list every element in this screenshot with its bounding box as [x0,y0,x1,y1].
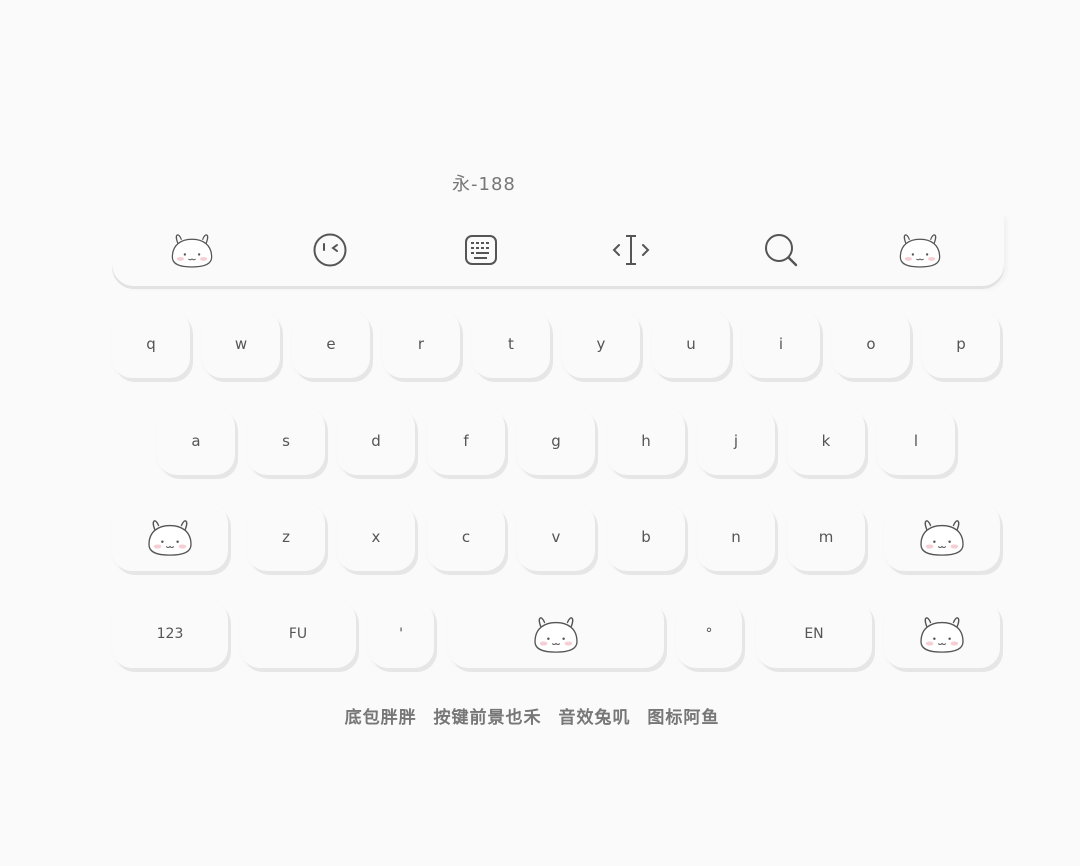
wink-face-icon[interactable] [305,230,355,270]
shift-key[interactable] [112,503,228,571]
key-label: c [461,528,471,546]
key-label: ° [705,626,713,642]
key-q[interactable]: q [112,310,190,378]
credit-icons: 图标阿鱼 [647,708,720,728]
key-m[interactable]: m [787,503,865,571]
key-label: j [733,432,739,450]
bunny-icon [915,613,969,655]
key-label: q [146,335,156,353]
key-label: s [282,432,290,450]
key-label: w [234,335,248,353]
space-key[interactable] [448,600,664,668]
key-label: o [866,335,876,353]
period-key[interactable]: ° [676,600,742,668]
fu-key[interactable]: FU [240,600,356,668]
search-icon[interactable] [756,230,806,270]
key-g[interactable]: g [517,407,595,475]
key-p[interactable]: p [922,310,1000,378]
key-label: ' [399,626,403,642]
key-f[interactable]: f [427,407,505,475]
key-c[interactable]: c [427,503,505,571]
numeric-key[interactable]: 123 [112,600,228,668]
enter-key[interactable] [884,600,1000,668]
key-label: n [731,528,741,546]
key-label: t [508,335,514,353]
key-j[interactable]: j [697,407,775,475]
key-u[interactable]: u [652,310,730,378]
key-e[interactable]: e [292,310,370,378]
key-n[interactable]: n [697,503,775,571]
key-label: x [371,528,381,546]
key-label: k [821,432,831,450]
key-label: z [282,528,290,546]
key-k[interactable]: k [787,407,865,475]
key-label: p [956,335,966,353]
key-label: i [778,335,784,353]
key-y[interactable]: y [562,310,640,378]
key-i[interactable]: i [742,310,820,378]
key-s[interactable]: s [247,407,325,475]
key-label: h [641,432,651,450]
key-label: r [417,335,425,353]
key-b[interactable]: b [607,503,685,571]
key-a[interactable]: a [157,407,235,475]
key-label: u [686,335,696,353]
bunny-icon [915,516,969,558]
credit-foreground: 按键前景也禾 [433,708,542,728]
key-label: a [191,432,201,450]
key-l[interactable]: l [877,407,955,475]
key-z[interactable]: z [247,503,325,571]
credit-background: 底包胖胖 [344,708,417,728]
comma-key[interactable]: ' [368,600,434,668]
keyboard-icon[interactable] [456,230,506,270]
key-label: d [371,432,381,450]
credits: 底包胖胖 按键前景也禾 音效兔叽 图标阿鱼 [0,703,1064,728]
key-label: v [551,528,561,546]
composition-text: 永-188 [452,174,516,195]
key-t[interactable]: t [472,310,550,378]
key-label: FU [288,626,308,642]
key-v[interactable]: v [517,503,595,571]
keyboard-toolbar [112,214,1004,286]
key-label: g [551,432,561,450]
bunny-icon[interactable] [167,230,217,270]
en-key[interactable]: EN [756,600,872,668]
key-label: 123 [156,626,184,642]
text-cursor-icon[interactable] [606,230,656,270]
bunny-icon[interactable] [895,230,945,270]
key-label: m [818,528,834,546]
bunny-icon [529,613,583,655]
key-label: EN [804,626,824,642]
key-o[interactable]: o [832,310,910,378]
key-x[interactable]: x [337,503,415,571]
key-label: l [913,432,919,450]
credit-sound: 音效兔叽 [558,708,631,728]
key-r[interactable]: r [382,310,460,378]
key-label: f [463,432,469,450]
key-h[interactable]: h [607,407,685,475]
backspace-key[interactable] [884,503,1000,571]
key-label: b [641,528,651,546]
key-label: e [326,335,336,353]
bunny-icon [143,516,197,558]
key-w[interactable]: w [202,310,280,378]
key-d[interactable]: d [337,407,415,475]
key-label: y [596,335,606,353]
